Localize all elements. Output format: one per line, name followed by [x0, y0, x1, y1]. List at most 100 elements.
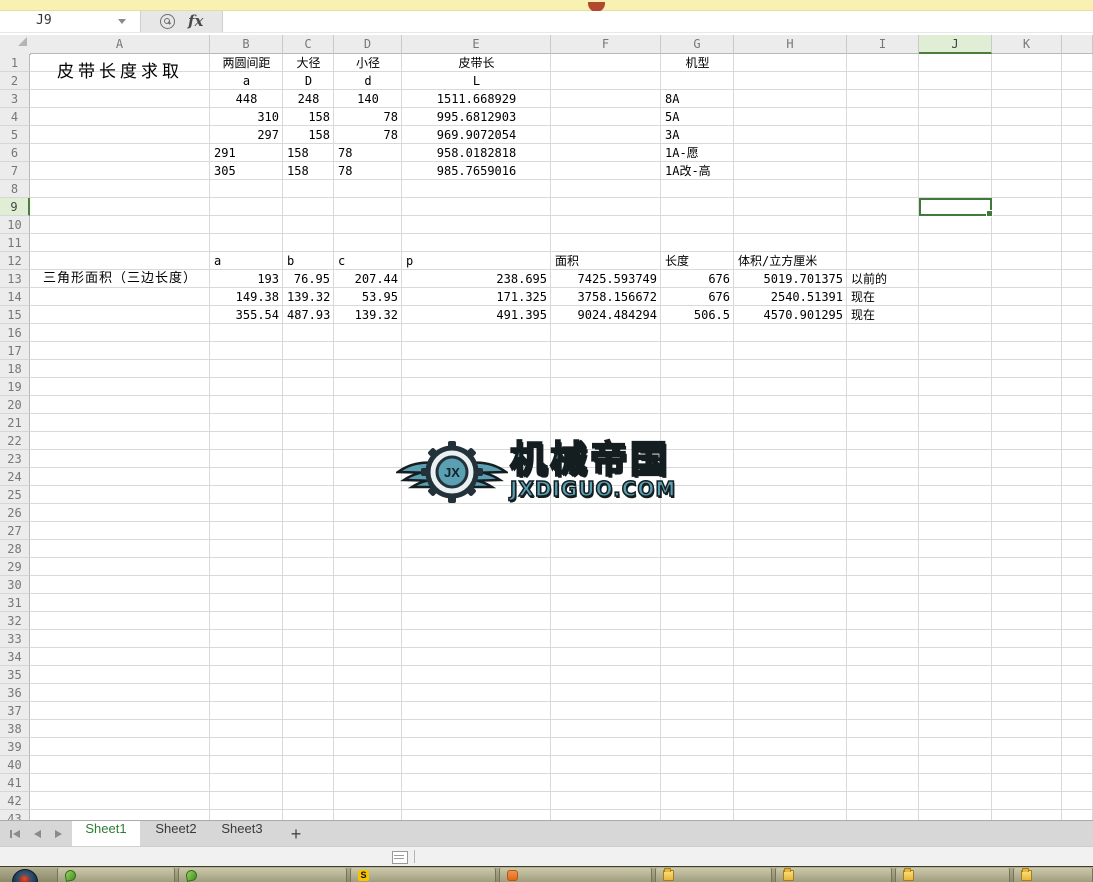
row-header-37[interactable]: 37	[0, 702, 30, 720]
row-header-3[interactable]: 3	[0, 90, 30, 108]
cell-H15[interactable]: 4570.901295	[734, 306, 847, 324]
column-header-J[interactable]: J	[919, 35, 992, 54]
cell-E7[interactable]: 985.7659016	[402, 162, 551, 180]
cell-B6[interactable]: 291	[210, 144, 283, 162]
row-header-15[interactable]: 15	[0, 306, 30, 324]
cell-G14[interactable]: 676	[661, 288, 734, 306]
tab-sheet1[interactable]: Sheet1	[72, 821, 140, 847]
row-header-32[interactable]: 32	[0, 612, 30, 630]
row-header-21[interactable]: 21	[0, 414, 30, 432]
column-header-H[interactable]: H	[734, 35, 847, 54]
row-header-5[interactable]: 5	[0, 126, 30, 144]
column-header-I[interactable]: I	[847, 35, 919, 54]
cell-C6[interactable]: 158	[283, 144, 334, 162]
cell-D12[interactable]: c	[334, 252, 402, 270]
first-sheet-button[interactable]	[10, 828, 22, 840]
cell-C13[interactable]: 76.95	[283, 270, 334, 288]
cell-D15[interactable]: 139.32	[334, 306, 402, 324]
cell-G7[interactable]: 1A改-高	[661, 162, 734, 180]
cell-G4[interactable]: 5A	[661, 108, 734, 126]
cell-G5[interactable]: 3A	[661, 126, 734, 144]
row-header-41[interactable]: 41	[0, 774, 30, 792]
row-header-43[interactable]: 43	[0, 810, 30, 820]
row-header-4[interactable]: 4	[0, 108, 30, 126]
row-header-18[interactable]: 18	[0, 360, 30, 378]
worksheet-grid[interactable]: ABCDEFGHIJK 1 2 3 4 5 6 7 8 9 10 11 12 13 14 15 16 17 18 1…	[0, 33, 1093, 820]
cell-D7[interactable]: 78	[334, 162, 402, 180]
cell-I14[interactable]: 现在	[847, 288, 919, 306]
row-header-36[interactable]: 36	[0, 684, 30, 702]
cell-E4[interactable]: 995.6812903	[402, 108, 551, 126]
cell-D5[interactable]: 78	[334, 126, 402, 144]
row-header-35[interactable]: 35	[0, 666, 30, 684]
column-header-K[interactable]: K	[992, 35, 1062, 54]
cell-E3[interactable]: 1511.668929	[402, 90, 551, 108]
cell-A13[interactable]: 三角形面积（三边长度）	[30, 270, 210, 288]
cell-B4[interactable]: 310	[210, 108, 283, 126]
row-header-17[interactable]: 17	[0, 342, 30, 360]
row-header-38[interactable]: 38	[0, 720, 30, 738]
cell-G12[interactable]: 长度	[661, 252, 734, 270]
column-header-partial[interactable]	[1062, 35, 1093, 54]
cell-B14[interactable]: 149.38	[210, 288, 283, 306]
column-header-D[interactable]: D	[334, 35, 402, 54]
row-header-28[interactable]: 28	[0, 540, 30, 558]
cell-C12[interactable]: b	[283, 252, 334, 270]
row-header-14[interactable]: 14	[0, 288, 30, 306]
row-header-6[interactable]: 6	[0, 144, 30, 162]
row-header-16[interactable]: 16	[0, 324, 30, 342]
taskbar-button-6[interactable]	[775, 868, 892, 882]
row-header-27[interactable]: 27	[0, 522, 30, 540]
taskbar-button-7[interactable]	[895, 868, 1010, 882]
row-header-7[interactable]: 7	[0, 162, 30, 180]
cell-E6[interactable]: 958.0182818	[402, 144, 551, 162]
cell-D1[interactable]: 小径	[334, 54, 402, 72]
row-header-24[interactable]: 24	[0, 468, 30, 486]
row-header-11[interactable]: 11	[0, 234, 30, 252]
row-header-39[interactable]: 39	[0, 738, 30, 756]
cell-C3[interactable]: 248	[283, 90, 334, 108]
taskbar-button-3[interactable]: S	[350, 868, 496, 882]
column-header-F[interactable]: F	[551, 35, 661, 54]
cell-E15[interactable]: 491.395	[402, 306, 551, 324]
cell-A1[interactable]: 皮带长度求取	[30, 54, 210, 90]
row-header-19[interactable]: 19	[0, 378, 30, 396]
tab-sheet2[interactable]: Sheet2	[144, 821, 208, 847]
row-header-40[interactable]: 40	[0, 756, 30, 774]
cell-E2[interactable]: L	[402, 72, 551, 90]
row-header-25[interactable]: 25	[0, 486, 30, 504]
cell-B12[interactable]: a	[210, 252, 283, 270]
taskbar-button-1[interactable]	[57, 868, 175, 882]
taskbar-button-4[interactable]	[499, 868, 652, 882]
cell-E13[interactable]: 238.695	[402, 270, 551, 288]
cell-D3[interactable]: 140	[334, 90, 402, 108]
cell-D6[interactable]: 78	[334, 144, 402, 162]
cell-F13[interactable]: 7425.593749	[551, 270, 661, 288]
row-header-22[interactable]: 22	[0, 432, 30, 450]
cell-E1[interactable]: 皮带长	[402, 54, 551, 72]
cell-B3[interactable]: 448	[210, 90, 283, 108]
row-header-42[interactable]: 42	[0, 792, 30, 810]
row-header-23[interactable]: 23	[0, 450, 30, 468]
sheet-view-icon[interactable]	[392, 851, 408, 864]
column-header-B[interactable]: B	[210, 35, 283, 54]
cell-F14[interactable]: 3758.156672	[551, 288, 661, 306]
cell-B7[interactable]: 305	[210, 162, 283, 180]
cell-G15[interactable]: 506.5	[661, 306, 734, 324]
cell-E5[interactable]: 969.9072054	[402, 126, 551, 144]
taskbar-button-5[interactable]	[655, 868, 772, 882]
select-all-corner[interactable]	[0, 35, 31, 55]
column-header-E[interactable]: E	[402, 35, 551, 54]
cell-C15[interactable]: 487.93	[283, 306, 334, 324]
row-header-2[interactable]: 2	[0, 72, 30, 90]
cell-B2[interactable]: a	[210, 72, 283, 90]
column-header-A[interactable]: A	[30, 35, 210, 54]
cell-B5[interactable]: 297	[210, 126, 283, 144]
column-header-C[interactable]: C	[283, 35, 334, 54]
cell-H12[interactable]: 体积/立方厘米	[734, 252, 847, 270]
prev-sheet-button[interactable]	[31, 828, 43, 840]
row-header-31[interactable]: 31	[0, 594, 30, 612]
cell-G13[interactable]: 676	[661, 270, 734, 288]
start-button[interactable]	[12, 869, 38, 882]
name-box[interactable]: J9	[0, 11, 141, 32]
